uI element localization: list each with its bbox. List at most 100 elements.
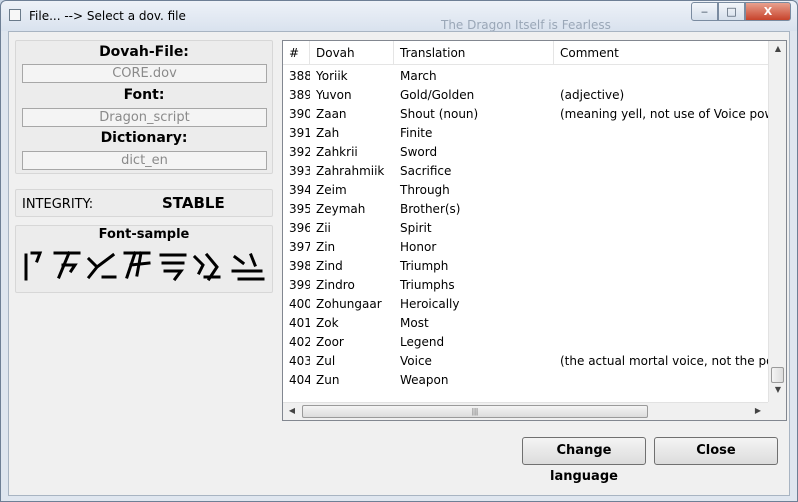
- font-sample-panel: Font-sample: [15, 225, 273, 293]
- column-header-translation[interactable]: Translation: [394, 41, 554, 65]
- cell-dovah: Zohungaar: [316, 297, 382, 311]
- table-row[interactable]: 391 Zah Finite: [283, 124, 768, 143]
- cell-dovah: Zeim: [316, 183, 347, 197]
- cell-comment: [554, 200, 768, 219]
- cell-number: 388: [289, 69, 310, 83]
- table-row[interactable]: 388 Yoriik March: [283, 67, 768, 86]
- cell-number: 395: [289, 202, 310, 216]
- cell-translation: Triumphs: [400, 278, 455, 292]
- integrity-label: INTEGRITY:: [22, 197, 94, 212]
- file-info-panel: Dovah-File: CORE.dov Font: Dragon_script…: [15, 40, 273, 174]
- vertical-scroll-thumb[interactable]: [771, 367, 784, 383]
- cell-translation: Finite: [400, 126, 433, 140]
- window-controls: ‒ □ X: [691, 2, 791, 21]
- cell-dovah: Yuvon: [316, 88, 352, 102]
- cell-dovah: Zok: [316, 316, 339, 330]
- dragon-script-sample-image: [24, 251, 265, 282]
- dovah-file-field: CORE.dov: [22, 64, 267, 83]
- column-header-dovah[interactable]: Dovah: [310, 41, 394, 65]
- scroll-right-icon[interactable]: ▶: [749, 406, 767, 415]
- table-header: # Dovah Translation Comment: [283, 41, 768, 65]
- table-row[interactable]: 396 Zii Spirit: [283, 219, 768, 238]
- app-icon: [9, 9, 21, 21]
- cell-comment: (meaning yell, not use of Voice power): [560, 107, 768, 121]
- table-row[interactable]: 397 Zin Honor: [283, 238, 768, 257]
- cell-comment: [554, 295, 768, 314]
- horizontal-scrollbar[interactable]: ◀ ||| ▶: [283, 402, 768, 420]
- cell-dovah: Zin: [316, 240, 336, 254]
- cell-comment: [554, 124, 768, 143]
- dictionary-table[interactable]: # Dovah Translation Comment 388 Yoriik Mar…: [282, 40, 787, 421]
- table-row[interactable]: 390 Zaan Shout (noun) (meaning yell, not us…: [283, 105, 768, 124]
- cell-translation: Spirit: [400, 221, 432, 235]
- cell-comment: [554, 276, 768, 295]
- column-header-number[interactable]: #: [283, 41, 310, 65]
- scroll-left-icon[interactable]: ◀: [283, 406, 301, 415]
- cell-dovah: Zul: [316, 354, 336, 368]
- integrity-status: STABLE: [162, 194, 225, 212]
- table-row[interactable]: 392 Zahkrii Sword: [283, 143, 768, 162]
- cell-comment: (adjective): [560, 88, 625, 102]
- cell-number: 403: [289, 354, 310, 368]
- cell-comment: (the actual mortal voice, not the power: [560, 354, 768, 368]
- cell-number: 390: [289, 107, 310, 121]
- dictionary-field: dict_en: [22, 151, 267, 170]
- table-row[interactable]: 403 Zul Voice (the actual mortal voice, not…: [283, 352, 768, 371]
- cell-number: 393: [289, 164, 310, 178]
- cell-translation: Heroically: [400, 297, 460, 311]
- cell-comment: [554, 67, 768, 86]
- cell-comment: [554, 371, 768, 390]
- table-row[interactable]: 393 Zahrahmiik Sacrifice: [283, 162, 768, 181]
- cell-number: 394: [289, 183, 310, 197]
- client-area: Dovah-File: CORE.dov Font: Dragon_script…: [8, 31, 790, 496]
- dictionary-label: Dictionary:: [100, 130, 188, 146]
- cell-comment: [554, 333, 768, 352]
- cell-translation: Gold/Golden: [400, 88, 475, 102]
- close-button[interactable]: Close: [654, 437, 778, 465]
- cell-comment: [554, 181, 768, 200]
- table-row[interactable]: 389 Yuvon Gold/Golden (adjective): [283, 86, 768, 105]
- cell-number: 404: [289, 373, 310, 387]
- scroll-down-icon[interactable]: ▼: [769, 385, 787, 394]
- cell-translation: Voice: [400, 354, 432, 368]
- cell-number: 400: [289, 297, 310, 311]
- column-header-comment[interactable]: Comment: [554, 41, 768, 65]
- close-window-button[interactable]: X: [745, 2, 791, 21]
- table-row[interactable]: 404 Zun Weapon: [283, 371, 768, 390]
- integrity-panel: INTEGRITY: STABLE: [15, 189, 273, 217]
- table-row[interactable]: 402 Zoor Legend: [283, 333, 768, 352]
- table-row[interactable]: 395 Zeymah Brother(s): [283, 200, 768, 219]
- horizontal-scroll-thumb[interactable]: |||: [302, 405, 648, 418]
- table-row[interactable]: 398 Zind Triumph: [283, 257, 768, 276]
- maximize-button[interactable]: □: [718, 2, 745, 21]
- cell-translation: Legend: [400, 335, 445, 349]
- cell-number: 401: [289, 316, 310, 330]
- cell-number: 397: [289, 240, 310, 254]
- table-row[interactable]: 394 Zeim Through: [283, 181, 768, 200]
- cell-comment: [554, 314, 768, 333]
- cell-number: 402: [289, 335, 310, 349]
- cell-number: 391: [289, 126, 310, 140]
- cell-dovah: Zaan: [316, 107, 347, 121]
- table-row[interactable]: 400 Zohungaar Heroically: [283, 295, 768, 314]
- cell-dovah: Zii: [316, 221, 331, 235]
- dovah-window: File... --> Select a dov. file The Drago…: [0, 0, 798, 502]
- scroll-up-icon[interactable]: ▲: [769, 44, 787, 53]
- minimize-button[interactable]: ‒: [691, 2, 718, 21]
- cell-dovah: Zah: [316, 126, 340, 140]
- cell-translation: Most: [400, 316, 429, 330]
- cell-translation: Honor: [400, 240, 437, 254]
- cell-number: 396: [289, 221, 310, 235]
- font-sample-label: Font-sample: [98, 227, 190, 242]
- cell-translation: Triumph: [400, 259, 449, 273]
- table-row[interactable]: 401 Zok Most: [283, 314, 768, 333]
- vertical-scrollbar[interactable]: ▲ ▼: [768, 41, 786, 402]
- cell-dovah: Zind: [316, 259, 343, 273]
- title-bar[interactable]: File... --> Select a dov. file The Drago…: [1, 1, 797, 32]
- cell-translation: Shout (noun): [400, 107, 479, 121]
- change-language-button[interactable]: Change language: [522, 437, 646, 484]
- cell-dovah: Yoriik: [316, 69, 348, 83]
- font-label: Font:: [123, 87, 165, 103]
- table-row[interactable]: 399 Zindro Triumphs: [283, 276, 768, 295]
- cell-translation: Brother(s): [400, 202, 461, 216]
